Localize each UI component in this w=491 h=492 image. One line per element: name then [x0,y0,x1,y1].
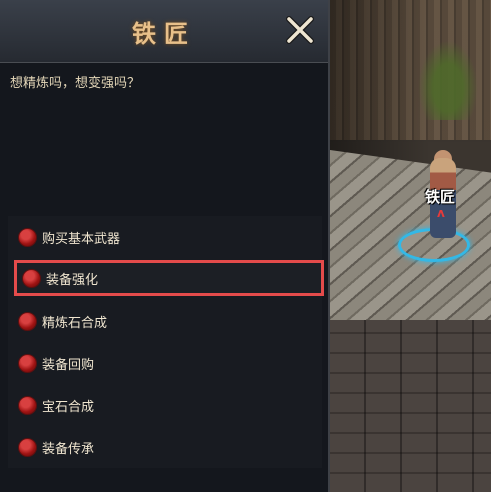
red-orb-icon [18,353,37,373]
option-label: 精炼石合成 [42,315,108,331]
red-orb-icon [18,311,37,331]
plant [418,40,478,120]
option-gem-synthesis[interactable]: 宝石合成 [8,387,322,423]
dialog-header: 铁匠 [0,0,328,63]
red-orb-icon [18,227,37,247]
dialog-prompt: 想精炼吗，想变强吗？ [10,76,141,91]
close-x-icon [286,16,314,44]
close-button[interactable] [284,14,316,46]
option-buy-basic-weapons[interactable]: 购买基本武器 [8,219,322,255]
option-label: 装备强化 [46,272,99,288]
option-label: 购买基本武器 [42,231,121,247]
red-orb-icon [22,268,41,288]
option-equipment-inheritance[interactable]: 装备传承 [8,429,322,465]
option-label: 宝石合成 [42,399,95,415]
option-equipment-enhance[interactable]: 装备强化 [14,260,324,296]
npc-dialog-panel: 铁匠 想精炼吗，想变强吗？ 购买基本武器 装备强化 精炼石合成 装备回购 宝石合… [0,0,330,492]
dialog-options-list: 购买基本武器 装备强化 精炼石合成 装备回购 宝石合成 装备传承 [8,216,324,468]
stone-pavement [330,320,491,492]
option-label: 装备传承 [42,441,95,457]
npc-name-label: 铁匠 [425,188,456,206]
red-orb-icon [18,437,37,457]
dialog-title: 铁匠 [132,19,196,48]
npc-marker-icon: ʌ [437,206,445,220]
option-label: 装备回购 [42,357,95,373]
option-refining-stone-synthesis[interactable]: 精炼石合成 [8,303,322,339]
option-equipment-buyback[interactable]: 装备回购 [8,345,322,381]
red-orb-icon [18,395,37,415]
wall-shadow [330,0,430,170]
